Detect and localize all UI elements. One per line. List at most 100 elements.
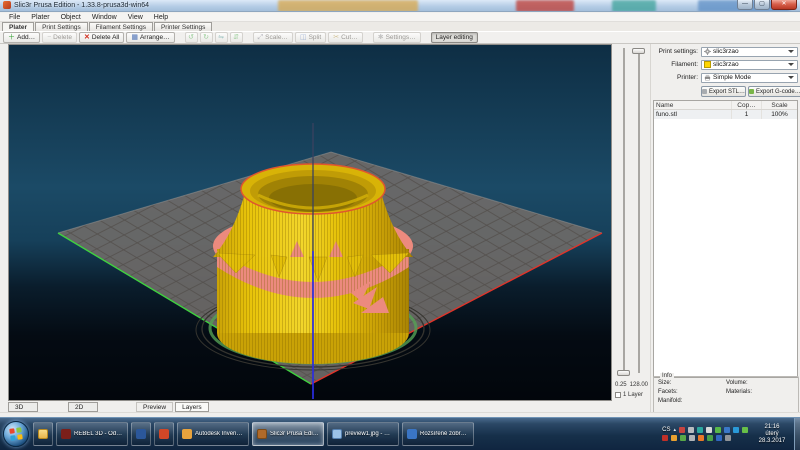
taskbar-button-slic3r[interactable]: Slic3r Prusa Edition - ... <box>252 422 324 446</box>
export-stl-button[interactable]: Export STL… <box>701 86 746 97</box>
filament-color-swatch <box>704 61 711 68</box>
taskbar-button-rebel3d[interactable]: REBEL 3D - Odeslat o... <box>56 422 128 446</box>
taskbar-clock[interactable]: 21:16 úterý 28.3.2017 <box>752 424 792 445</box>
minimize-button[interactable]: — <box>737 0 753 10</box>
powerpoint-icon <box>159 429 169 439</box>
arrange-button[interactable]: ▦ Arrange… <box>126 32 174 43</box>
scale-button[interactable]: ⤢ Scale… <box>253 32 293 43</box>
object-list: Name Cop… Scale funo.stl 1 100% <box>653 100 798 378</box>
view-tab-layers[interactable]: Layers <box>175 402 209 412</box>
tray-icon[interactable] <box>742 427 748 433</box>
view-tab-bar: 3D 2D Preview Layers <box>0 401 650 412</box>
split-button[interactable]: ◫ Split <box>295 32 326 43</box>
column-scale[interactable]: Scale <box>762 101 797 109</box>
tray-icon[interactable] <box>697 427 703 433</box>
maximize-button[interactable]: ▢ <box>754 0 770 10</box>
show-hidden-icons[interactable]: ▴ <box>673 427 676 433</box>
chevron-down-icon <box>788 63 794 66</box>
menu-help[interactable]: Help <box>149 14 173 21</box>
taskbar-button-word[interactable] <box>131 422 151 446</box>
menu-view[interactable]: View <box>123 14 148 21</box>
tray-icon[interactable] <box>716 435 722 441</box>
taskbar-button-paint[interactable]: preview1.jpg - Malov... <box>327 422 399 446</box>
plater-3d-scene <box>9 45 611 400</box>
menu-object[interactable]: Object <box>56 14 86 21</box>
delete-button[interactable]: − Delete <box>42 32 77 43</box>
object-copies: 1 <box>732 110 762 119</box>
tray-icon[interactable] <box>706 427 712 433</box>
slic3r-taskbar-icon <box>257 429 267 439</box>
print-settings-select[interactable]: slic3rzao <box>701 47 798 57</box>
add-button[interactable]: ＋ Add… <box>3 32 40 43</box>
tab-printer-settings[interactable]: Printer Settings <box>154 22 212 31</box>
flip-button[interactable]: ⇵ <box>230 32 243 43</box>
view-tab-preview[interactable]: Preview <box>136 402 173 412</box>
printer-select[interactable]: Simple Mode <box>701 73 798 83</box>
cut-icon: ✂ <box>333 34 339 41</box>
one-layer-checkbox[interactable] <box>615 392 621 398</box>
tray-icon[interactable] <box>679 427 685 433</box>
tray-icon[interactable] <box>671 435 677 441</box>
info-size-label: Size: <box>658 380 726 389</box>
filament-select[interactable]: slic3rzao <box>701 60 798 70</box>
background-window-fragment <box>516 0 574 12</box>
tray-icon[interactable] <box>688 427 694 433</box>
tray-icon[interactable] <box>725 435 731 441</box>
layer-slider-high-track[interactable] <box>638 48 640 373</box>
info-materials-label: Materials: <box>726 389 794 398</box>
tray-icon[interactable] <box>689 435 695 441</box>
tray-icon[interactable] <box>662 435 668 441</box>
title-bar[interactable]: Slic3r Prusa Edition - 1.33.8-prusa3d-wi… <box>0 0 800 12</box>
plater-toolbar: ＋ Add… − Delete ✕ Delete All ▦ Arrange… … <box>0 31 800 44</box>
explorer-taskbar-button[interactable] <box>33 422 53 446</box>
cut-button[interactable]: ✂ Cut… <box>328 32 363 43</box>
monitor-icon <box>407 429 417 439</box>
column-copies[interactable]: Cop… <box>732 101 762 109</box>
layer-slider-panel: 0.25 128.00 1 Layer <box>613 44 650 401</box>
taskbar-button-display-settings[interactable]: Rozšířené zobrazení <box>402 422 474 446</box>
windows-taskbar: REBEL 3D - Odeslat o... Autodesk Invento… <box>0 417 800 450</box>
taskbar-button-inventor[interactable]: Autodesk Inventor Pr... <box>177 422 249 446</box>
menu-plater[interactable]: Plater <box>26 14 54 21</box>
tab-plater[interactable]: Plater <box>2 22 34 31</box>
layer-editing-toggle[interactable]: Layer editing <box>431 32 478 43</box>
export-gcode-button[interactable]: Export G-code… <box>748 86 800 97</box>
viewport-3d-canvas[interactable] <box>8 44 612 401</box>
delete-icon: − <box>47 34 51 41</box>
tray-icon[interactable] <box>733 427 739 433</box>
settings-button[interactable]: ✱ Settings… <box>373 32 421 43</box>
language-indicator[interactable]: CS <box>662 427 670 433</box>
taskbar-button-powerpoint[interactable] <box>154 422 174 446</box>
mirror-button[interactable]: ⇋ <box>215 32 228 43</box>
rotate-cw-button[interactable]: ↻ <box>200 32 213 43</box>
layer-slider-high-handle[interactable] <box>632 48 645 54</box>
tab-filament-settings[interactable]: Filament Settings <box>89 22 153 31</box>
delete-all-button[interactable]: ✕ Delete All <box>79 32 124 43</box>
layer-slider-low-handle[interactable] <box>617 370 630 376</box>
split-icon: ◫ <box>300 34 307 41</box>
clock-day: úterý <box>752 431 792 438</box>
rotate-cw-icon: ↻ <box>203 34 209 41</box>
close-button[interactable]: ✕ <box>771 0 797 10</box>
menu-file[interactable]: File <box>4 14 25 21</box>
view-tab-3d[interactable]: 3D <box>8 402 38 412</box>
settings-icon: ✱ <box>378 34 384 41</box>
menu-window[interactable]: Window <box>87 14 122 21</box>
layer-min-value: 0.25 <box>615 382 627 388</box>
tray-icon[interactable] <box>707 435 713 441</box>
tray-icon[interactable] <box>715 427 721 433</box>
view-tab-2d[interactable]: 2D <box>68 402 98 412</box>
column-name[interactable]: Name <box>654 101 732 109</box>
layer-slider-low-track[interactable] <box>623 48 625 373</box>
tab-print-settings[interactable]: Print Settings <box>35 22 88 31</box>
table-row[interactable]: funo.stl 1 100% <box>654 110 797 119</box>
info-manifold-label: Manifold: <box>658 398 726 407</box>
tray-icon[interactable] <box>680 435 686 441</box>
start-button[interactable] <box>3 421 29 447</box>
show-desktop-button[interactable] <box>794 418 800 450</box>
gcode-file-icon <box>749 89 754 94</box>
tray-icon[interactable] <box>698 435 704 441</box>
background-window-fragment <box>278 0 418 12</box>
tray-icon[interactable] <box>724 427 730 433</box>
rotate-ccw-button[interactable]: ↺ <box>185 32 198 43</box>
